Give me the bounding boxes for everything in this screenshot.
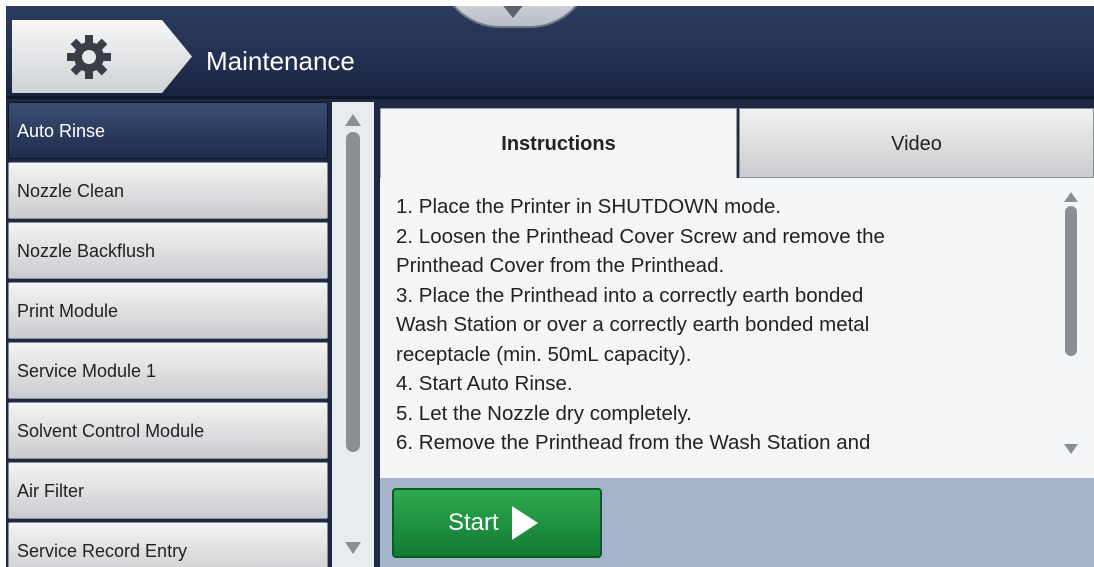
instructions-text: 1. Place the Printer in SHUTDOWN mode. 2… [396,192,1036,458]
gear-icon [67,35,111,79]
page-title: Maintenance [206,46,355,76]
sidebar-item-service-record-entry[interactable]: Service Record Entry [8,522,328,567]
instructions-scrollbar[interactable] [1056,186,1086,470]
sidebar-item-solvent-control-module[interactable]: Solvent Control Module [8,402,328,459]
start-button[interactable]: Start [392,488,602,558]
instruction-line: 2. Loosen the Printhead Cover Screw and … [396,224,885,248]
header-bar: Maintenance [6,6,1094,99]
instruction-line: 6. Remove the Printhead from the Wash St… [396,431,871,454]
sidebar-item-air-filter[interactable]: Air Filter [8,462,328,519]
content-panel: Instructions Video 1. Place the Printer … [376,102,1094,567]
sidebar-item-auto-rinse[interactable]: Auto Rinse [8,102,328,159]
instruction-line: 1. Place the Printer in SHUTDOWN mode. [396,195,782,218]
play-icon [512,506,538,540]
settings-button[interactable] [12,20,192,93]
sidebar-item-service-module-1[interactable]: Service Module 1 [8,342,328,399]
sidebar-item-nozzle-clean[interactable]: Nozzle Clean [8,162,328,219]
dropdown-toggle[interactable] [438,6,592,28]
sidebar-scroll-thumb[interactable] [346,132,360,452]
instruction-line: 5. Let the Nozzle dry completely. [396,401,692,425]
app-window: Maintenance Auto Rinse Nozzle Clean Nozz… [6,6,1094,567]
chevron-down-icon [503,6,523,18]
tab-video[interactable]: Video [739,108,1094,178]
action-bar: Start [380,478,1094,567]
sidebar-item-print-module[interactable]: Print Module [8,282,328,339]
sidebar-menu: Auto Rinse Nozzle Clean Nozzle Backflush… [6,102,330,567]
start-button-label: Start [448,509,499,536]
instructions-scroll-thumb[interactable] [1065,206,1077,356]
sidebar-item-nozzle-backflush[interactable]: Nozzle Backflush [8,222,328,279]
sidebar-scrollbar[interactable] [332,102,374,567]
scroll-down-icon[interactable] [345,542,361,554]
instruction-line: Printhead Cover from the Printhead. [396,254,725,277]
scroll-up-icon[interactable] [1064,192,1078,202]
instruction-line: Wash Station or over a correctly earth b… [396,313,870,336]
scroll-down-icon[interactable] [1064,444,1078,454]
tab-instructions[interactable]: Instructions [380,108,737,178]
instructions-panel: 1. Place the Printer in SHUTDOWN mode. 2… [380,178,1094,478]
scroll-up-icon[interactable] [345,114,361,126]
instruction-line: receptacle (min. 50mL capacity). [396,342,692,366]
instruction-line: 4. Start Auto Rinse. [396,372,573,395]
instruction-line: 3. Place the Printhead into a correctly … [396,283,864,307]
